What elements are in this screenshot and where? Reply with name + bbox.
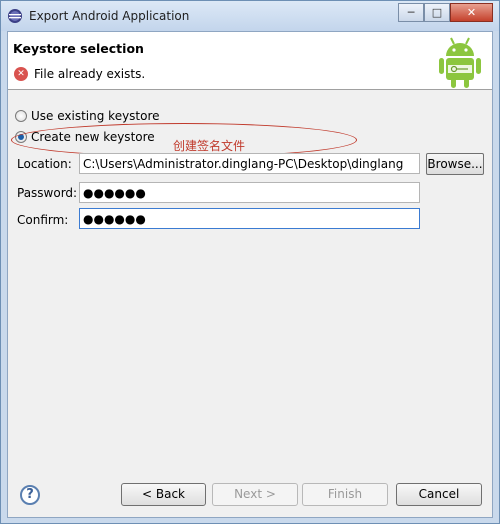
browse-button[interactable]: Browse... xyxy=(426,153,484,175)
eclipse-icon xyxy=(8,9,22,23)
error-icon: ✕ xyxy=(14,67,28,81)
dialog-window: Export Android Application ─ □ ✕ Keystor… xyxy=(0,0,500,524)
next-button[interactable]: Next > xyxy=(212,483,298,506)
title-bar[interactable]: Export Android Application ─ □ ✕ xyxy=(1,1,499,31)
cancel-button[interactable]: Cancel xyxy=(396,483,482,506)
use-existing-label: Use existing keystore xyxy=(31,109,160,123)
page-title: Keystore selection xyxy=(13,41,144,56)
window-title: Export Android Application xyxy=(29,9,190,23)
confirm-label: Confirm: xyxy=(17,213,69,227)
finish-button[interactable]: Finish xyxy=(302,483,388,506)
password-field[interactable]: ●●●●●● xyxy=(79,182,420,203)
error-message: File already exists. xyxy=(34,67,146,81)
confirm-field[interactable]: ●●●●●● xyxy=(79,208,420,229)
password-label: Password: xyxy=(17,186,78,200)
minimize-button[interactable]: ─ xyxy=(398,3,424,22)
radio-use-existing[interactable] xyxy=(15,110,27,122)
location-label: Location: xyxy=(17,157,72,171)
help-icon[interactable]: ? xyxy=(20,485,40,505)
dialog-body: Keystore selection ✕ File already exists… xyxy=(7,31,493,518)
annotation-text: 创建签名文件 xyxy=(173,139,246,153)
window-controls: ─ □ ✕ xyxy=(398,3,493,22)
back-button[interactable]: < Back xyxy=(121,483,206,506)
header-banner: Keystore selection ✕ File already exists… xyxy=(8,32,492,90)
android-logo-icon xyxy=(439,37,481,88)
maximize-button[interactable]: □ xyxy=(424,3,450,22)
location-field[interactable]: C:\Users\Administrator.dinglang-PC\Deskt… xyxy=(79,153,420,174)
close-button[interactable]: ✕ xyxy=(450,3,493,22)
use-existing-option[interactable]: Use existing keystore xyxy=(15,109,160,123)
